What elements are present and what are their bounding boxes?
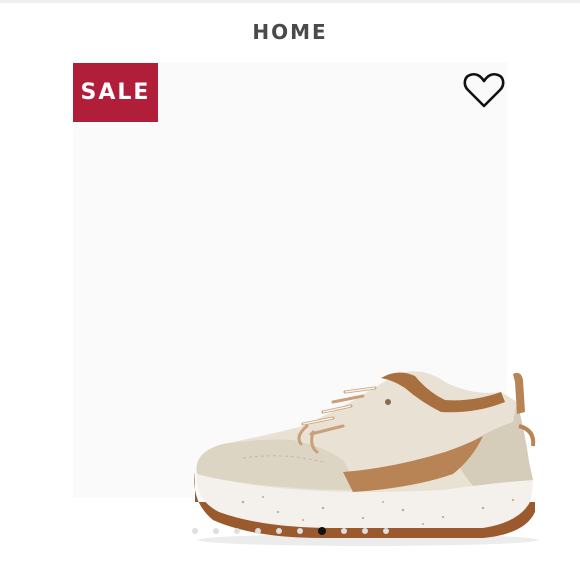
carousel-dot[interactable] [254, 528, 261, 534]
sale-badge: SALE [73, 63, 158, 122]
favorite-button[interactable] [462, 70, 506, 110]
carousel-dot[interactable] [233, 528, 240, 534]
carousel-dot[interactable] [361, 528, 368, 534]
carousel-dot[interactable] [296, 528, 303, 534]
carousel-dot[interactable] [340, 528, 347, 534]
top-divider [0, 0, 580, 3]
sneaker-image [194, 371, 538, 546]
listing-page: HOME SALE [0, 0, 580, 580]
carousel-dot[interactable] [382, 528, 389, 534]
heart-outline-icon [463, 72, 505, 108]
carousel-dot[interactable] [275, 528, 282, 534]
carousel-dots [0, 527, 580, 535]
category-title: HOME [252, 20, 328, 44]
product-photo[interactable] [73, 62, 538, 546]
carousel-dot[interactable] [191, 528, 198, 534]
carousel-dot[interactable] [212, 528, 219, 534]
carousel-dot-active[interactable] [317, 527, 326, 535]
